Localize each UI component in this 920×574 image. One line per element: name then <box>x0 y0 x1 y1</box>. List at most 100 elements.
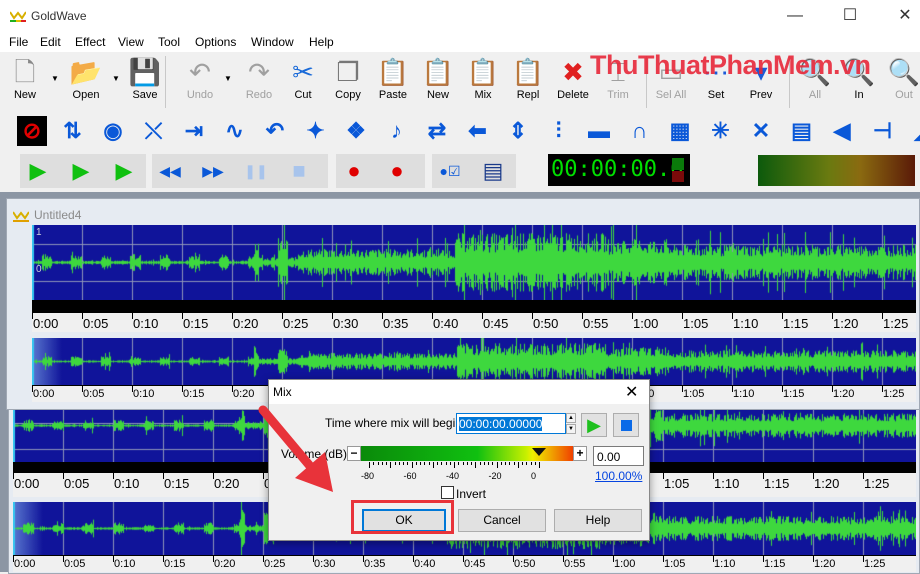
volume-slider-thumb[interactable] <box>532 448 546 456</box>
toolbar-new-button[interactable]: 📋 New <box>416 55 460 109</box>
dropdown-arrow-new[interactable]: ▼ <box>51 74 59 83</box>
time-ruler[interactable]: 0:00 0:05 0:10 0:15 0:20 0:25 0:30 0:35 0:40 0:45… <box>32 312 916 332</box>
record-selection-icon[interactable]: ● <box>383 157 411 185</box>
toolbar-mix-button[interactable]: 📋 Mix <box>461 55 505 109</box>
volume-percent-link[interactable]: 100.00% <box>595 469 642 483</box>
toolbar-delete-button[interactable]: ✖ Delete <box>551 55 595 109</box>
waveform-icon[interactable]: ∿ <box>220 116 250 146</box>
spectrum-icon[interactable]: ▦ <box>665 116 695 146</box>
device-window-icon[interactable]: ▤ <box>479 157 507 185</box>
level-indicator-green <box>672 158 684 170</box>
resize-icon[interactable]: ⇕ <box>503 116 533 146</box>
dropdown-arrow-undo[interactable]: ▼ <box>224 74 232 83</box>
menu-view[interactable]: View <box>118 35 144 49</box>
scale-tick <box>522 462 523 465</box>
reverse-icon[interactable]: ⇄ <box>422 116 452 146</box>
help-button[interactable]: Help <box>554 509 642 532</box>
close-button[interactable]: ✕ <box>885 4 920 28</box>
toolbar-paste-button[interactable]: 📋 Paste <box>371 55 415 109</box>
record-icon[interactable]: ● <box>340 157 368 185</box>
spin-down-button[interactable]: ▼ <box>566 424 576 434</box>
back-overview-ruler[interactable]: 0:00 0:05 0:10 0:15 0:20 0:25 0:30 0:35 0:40 0:45… <box>13 555 916 572</box>
noise-reduction-icon[interactable]: ✳ <box>706 116 736 146</box>
menu-help[interactable]: Help <box>309 35 334 49</box>
toolbar-new-button[interactable]: 🗋 New <box>3 55 47 109</box>
volume-decrease-button[interactable]: − <box>347 446 361 461</box>
flanger-icon[interactable]: ↶ <box>260 116 290 146</box>
volume-slider[interactable] <box>361 446 573 461</box>
toolbar-all-button[interactable]: 🔍 All <box>793 55 837 109</box>
invert-checkbox[interactable] <box>441 486 454 499</box>
cancel-button[interactable]: Cancel <box>458 509 546 532</box>
menu-options[interactable]: Options <box>195 35 236 49</box>
volume-db-input[interactable]: 0.00 <box>593 446 644 466</box>
toolbar-undo-button[interactable]: ↶ Undo <box>178 55 222 109</box>
scale-tick <box>407 462 409 465</box>
selection-bar <box>32 300 916 312</box>
equalizer-star-icon[interactable]: ✦ <box>301 116 331 146</box>
toolbar-save-button[interactable]: 💾 Save <box>123 55 167 109</box>
toolbar-prev-button[interactable]: ▾ Prev <box>739 55 783 109</box>
toolbar-sel-all-button[interactable]: ▭ Sel All <box>649 55 693 109</box>
mechanize-icon[interactable]: ❖ <box>341 116 371 146</box>
toolbar-out-button[interactable]: 🔍 Out <box>882 55 920 109</box>
dialog-close-button[interactable]: ✕ <box>625 382 638 402</box>
arch-icon[interactable]: ∩ <box>625 116 655 146</box>
toolbar-trim-button[interactable]: ⌶ Trim <box>596 55 640 109</box>
minimize-button[interactable]: — <box>775 4 815 28</box>
stop-icon[interactable]: ■ <box>285 157 313 185</box>
toolbar-label: Out <box>895 89 913 101</box>
ruler-label: 0:20 <box>214 558 236 570</box>
volume-icon[interactable]: ◀ <box>827 116 857 146</box>
play-to-end-icon[interactable]: ▶ <box>110 157 138 185</box>
fast-forward-icon[interactable]: ▶▶ <box>199 157 227 185</box>
sliders-icon[interactable]: ⫶ <box>544 116 574 146</box>
menu-tool[interactable]: Tool <box>158 35 180 49</box>
toolbar-label: Repl <box>516 89 540 101</box>
dropdown-arrow-open[interactable]: ▼ <box>112 74 120 83</box>
menu-file[interactable]: File <box>9 35 28 49</box>
mix-time-input[interactable]: 00:00:00.00000 <box>456 413 566 434</box>
new-file-icon: 🗋 <box>14 57 36 87</box>
mix-time-value: 00:00:00.00000 <box>459 417 543 431</box>
echo-icon[interactable]: ⇥ <box>179 116 209 146</box>
volume-shape-icon[interactable]: ◢ <box>908 116 920 146</box>
doppler-icon[interactable]: ◉ <box>98 116 128 146</box>
compress-expand-icon[interactable]: ⇅ <box>58 116 88 146</box>
preview-play-button[interactable]: ▶ <box>581 413 607 437</box>
no-sign-icon[interactable]: ⊘ <box>17 116 47 146</box>
volume-slider-icon[interactable]: ⊣ <box>868 116 898 146</box>
ruler-label: 1:00 <box>614 558 636 570</box>
arrow-left-icon[interactable]: ⬅ <box>463 116 493 146</box>
ruler-label: 1:20 <box>833 316 859 331</box>
menu-edit[interactable]: Edit <box>40 35 61 49</box>
spectrum-filter-icon[interactable]: ▬ <box>584 116 614 146</box>
toolbar-cut-button[interactable]: ✂ Cut <box>281 55 325 109</box>
rewind-icon[interactable]: ◀◀ <box>156 157 184 185</box>
spin-up-button[interactable]: ▲ <box>566 413 576 423</box>
menu-window[interactable]: Window <box>251 35 294 49</box>
toolbar-set-button[interactable]: ⋯ Set <box>694 55 738 109</box>
toolbar-repl-button[interactable]: 📋 Repl <box>506 55 550 109</box>
play-selection-icon[interactable]: ▶ <box>67 157 95 185</box>
menu-effect[interactable]: Effect <box>75 35 105 49</box>
main-waveform[interactable] <box>32 225 916 300</box>
scale-label: 0 <box>531 471 537 481</box>
control-properties-icon[interactable]: ●☑ <box>436 157 464 185</box>
dynamics-icon[interactable]: ⤬ <box>139 116 169 146</box>
toolbar-copy-button[interactable]: ❐ Copy <box>326 55 370 109</box>
scale-tick <box>369 462 370 468</box>
rainbow-icon[interactable]: ▤ <box>787 116 817 146</box>
pop-click-icon[interactable]: ✕ <box>746 116 776 146</box>
maximize-button[interactable]: ☐ <box>830 4 870 28</box>
volume-increase-button[interactable]: + <box>573 446 587 461</box>
play-icon[interactable]: ▶ <box>24 157 52 185</box>
pitch-icon[interactable]: ♪ <box>382 116 412 146</box>
scissors-icon: ✂ <box>292 57 314 87</box>
pause-icon[interactable]: ❚❚ <box>242 157 270 185</box>
toolbar-redo-button[interactable]: ↷ Redo <box>237 55 281 109</box>
overview-waveform[interactable] <box>32 338 916 385</box>
preview-stop-button[interactable] <box>613 413 639 437</box>
toolbar-open-button[interactable]: 📂 Open <box>64 55 108 109</box>
toolbar-in-button[interactable]: 🔍 In <box>837 55 881 109</box>
